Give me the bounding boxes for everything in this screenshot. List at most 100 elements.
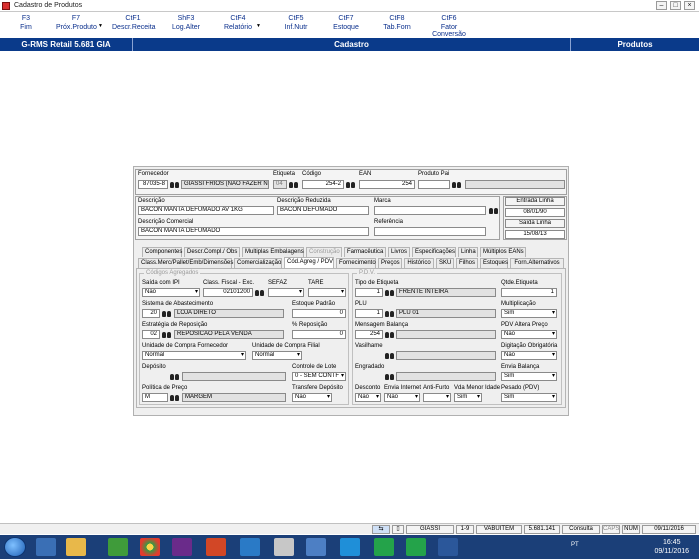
taskbar-outlook-icon[interactable] xyxy=(206,538,226,556)
language-indicator[interactable]: PT xyxy=(571,542,579,548)
taskbar-app-icon[interactable] xyxy=(108,538,128,556)
desconto-select[interactable]: Não xyxy=(355,393,381,402)
minimize-button[interactable]: – xyxy=(656,1,667,10)
unidade-compra-filial-select[interactable]: Normal xyxy=(252,351,302,360)
marca-field[interactable] xyxy=(374,206,486,215)
unidade-compra-fornecedor-select[interactable]: Normal xyxy=(142,351,246,360)
descricao-reduzida-field[interactable]: BACON DEFUMADO xyxy=(277,206,369,215)
sefaz-select[interactable] xyxy=(268,288,304,297)
referencia-field[interactable] xyxy=(374,227,486,236)
tab-sku[interactable]: SKU xyxy=(436,258,454,268)
estoque-padrao-field[interactable]: 0 xyxy=(292,309,346,318)
tab-multiplos-eans[interactable]: Múltiplos EANs xyxy=(480,247,526,257)
start-button[interactable] xyxy=(4,537,26,557)
fkey-descr-receita[interactable]: CtF1 Descr.Receita xyxy=(112,15,156,31)
taskbar-app5-icon[interactable] xyxy=(340,538,360,556)
tab-class-merc[interactable]: Class.Merc/Pallet/Emb/Dimensões xyxy=(138,258,233,268)
fkey-tab-forn[interactable]: CtF8 Tab.Forn xyxy=(382,15,412,31)
binoculars-icon[interactable] xyxy=(385,331,394,339)
transfere-deposito-select[interactable]: Não xyxy=(292,393,332,402)
binoculars-icon[interactable] xyxy=(170,373,179,381)
sistema-abastecimento-code[interactable]: 20 xyxy=(142,309,160,318)
perc-reposicao-field[interactable]: 0 xyxy=(292,330,346,339)
tab-multiplas-embalagens[interactable]: Multiplas Embalagens xyxy=(242,247,304,257)
binoculars-icon[interactable] xyxy=(289,181,298,189)
fkey-fim[interactable]: F3 Fim xyxy=(14,15,38,31)
binoculars-icon[interactable] xyxy=(255,289,264,297)
binoculars-icon[interactable] xyxy=(162,310,171,318)
tab-comercializacao[interactable]: Comercialização xyxy=(234,258,282,268)
maximize-button[interactable]: □ xyxy=(670,1,681,10)
tab-cod-agreg-pdv[interactable]: Cód.Agreg / PDV xyxy=(284,257,334,268)
binoculars-icon[interactable] xyxy=(489,207,498,215)
taskbar-fms2-icon[interactable] xyxy=(406,538,426,556)
descricao-comercial-field[interactable]: BACON MANTA DEFUMADO xyxy=(138,227,369,236)
binoculars-icon[interactable] xyxy=(385,289,394,297)
fkey-inf-nutr[interactable]: CtF5 Inf.Nutr xyxy=(282,15,310,31)
fkey-prox-produto[interactable]: F7 Próx.Produto ▼ xyxy=(56,15,103,31)
fkey-fator-conversao[interactable]: CtF6 Fator Conversão xyxy=(424,15,474,38)
tab-especificacoes[interactable]: Especificações xyxy=(412,247,456,257)
tab-descr-compl-obs[interactable]: Descr.Compl./ Obs xyxy=(184,247,240,257)
multiplicacao-select[interactable]: Sim xyxy=(501,309,557,318)
codigo-field[interactable]: 254-2 xyxy=(302,180,344,189)
pesado-pdv-select[interactable]: Sim xyxy=(501,393,557,402)
estrategia-reposicao-code[interactable]: 02 xyxy=(142,330,160,339)
fkey-estoque[interactable]: CtF7 Estoque xyxy=(332,15,360,31)
entrada-linha-field[interactable]: 08/01/90 xyxy=(505,208,565,217)
fkey-log-alter[interactable]: ShF3 Log.Alter xyxy=(170,15,202,31)
taskbar-mail-icon[interactable] xyxy=(172,538,192,556)
binoculars-icon[interactable] xyxy=(452,181,461,189)
qtde-etiqueta-field[interactable]: 1 xyxy=(501,288,557,297)
binoculars-icon[interactable] xyxy=(346,181,355,189)
taskbar-fms-icon[interactable] xyxy=(374,538,394,556)
binoculars-icon[interactable] xyxy=(162,331,171,339)
taskbar-folder-icon[interactable] xyxy=(66,538,86,556)
binoculars-icon[interactable] xyxy=(170,394,179,402)
etiqueta-field[interactable]: 04 xyxy=(273,180,287,189)
mensagem-balanca-code[interactable]: 254 xyxy=(355,330,383,339)
binoculars-icon[interactable] xyxy=(385,373,394,381)
tab-componentes[interactable]: Componentes xyxy=(142,247,182,257)
taskbar-app3-icon[interactable] xyxy=(274,538,294,556)
tab-historico[interactable]: Histórico xyxy=(404,258,434,268)
close-button[interactable]: × xyxy=(684,1,695,10)
tab-estoques[interactable]: Estoques xyxy=(480,258,508,268)
binoculars-icon[interactable] xyxy=(170,181,179,189)
taskbar-app4-icon[interactable] xyxy=(306,538,326,556)
saida-ipi-select[interactable]: Não xyxy=(142,288,200,297)
taskbar-explorer-icon[interactable] xyxy=(36,538,56,556)
taskbar-word-icon[interactable] xyxy=(438,538,458,556)
tare-select[interactable] xyxy=(308,288,346,297)
pdv-altera-preco-select[interactable]: Não xyxy=(501,330,557,339)
binoculars-icon[interactable] xyxy=(385,352,394,360)
tab-linha[interactable]: Linha xyxy=(458,247,478,257)
politica-preco-code[interactable]: M xyxy=(142,393,168,402)
ean-field[interactable]: 254 xyxy=(359,180,415,189)
tab-precos[interactable]: Preços xyxy=(378,258,402,268)
descricao-field[interactable]: BACON MANTA DEFUMADO AV 1KG xyxy=(138,206,274,215)
envia-internet-select[interactable]: Não xyxy=(384,393,420,402)
taskbar-chrome-icon[interactable] xyxy=(140,538,160,556)
tab-farmaceutica[interactable]: Farmacêutica xyxy=(344,247,386,257)
vda-menor-idade-select[interactable]: Sim xyxy=(454,393,482,402)
binoculars-icon[interactable] xyxy=(385,310,394,318)
tab-construcao[interactable]: Construção xyxy=(306,247,342,257)
fkey-relatorio[interactable]: CtF4 Relatório ▼ xyxy=(222,15,261,31)
saida-linha-field[interactable]: 15/08/13 xyxy=(505,230,565,239)
tab-filhos[interactable]: Filhos xyxy=(456,258,478,268)
produto-pai-field[interactable] xyxy=(418,180,450,189)
digitacao-obrigatoria-select[interactable]: Não xyxy=(501,351,557,360)
taskbar-app2-icon[interactable] xyxy=(240,538,260,556)
envia-balanca-select[interactable]: Sim xyxy=(501,372,557,381)
fornecedor-code-field[interactable]: 87035-8 xyxy=(138,180,168,189)
tab-forn-alternativos[interactable]: Forn.Alternativos xyxy=(510,258,564,268)
controle-lote-select[interactable]: 0 - SEM CONTF xyxy=(292,372,346,381)
taskbar-clock[interactable]: 16:45 09/11/2016 xyxy=(654,538,689,556)
class-fiscal-field[interactable]: 02101200 xyxy=(203,288,253,297)
tipo-etiqueta-code[interactable]: 1 xyxy=(355,288,383,297)
anti-furto-select[interactable] xyxy=(423,393,451,402)
plu-code[interactable]: 1 xyxy=(355,309,383,318)
tab-fornecimento[interactable]: Fornecimento xyxy=(336,258,376,268)
tab-livros[interactable]: Livros xyxy=(388,247,410,257)
